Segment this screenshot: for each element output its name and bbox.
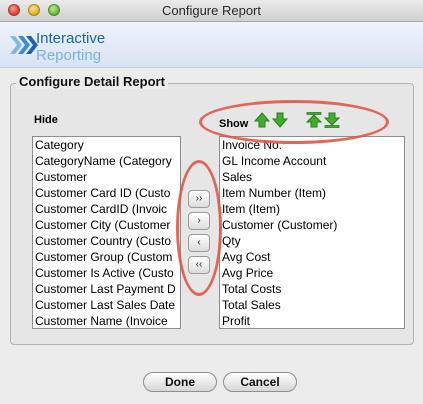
list-item[interactable]: Sales [220, 169, 404, 185]
list-item[interactable]: Customer Is Active (Custo [33, 265, 180, 281]
list-item[interactable]: Customer Group (Custom [33, 249, 180, 265]
highlight-oval-show [199, 100, 389, 144]
list-item[interactable]: Item Number (Item) [220, 185, 404, 201]
cancel-button[interactable]: Cancel [223, 372, 297, 392]
window-title: Configure Report [162, 3, 261, 18]
list-item[interactable]: Customer Last Payment D [33, 281, 180, 297]
list-item[interactable]: Category [33, 137, 180, 153]
logo-chevron-icon [10, 36, 38, 54]
list-item[interactable]: Total Sales [220, 297, 404, 313]
logo-text-reporting: Reporting [36, 47, 102, 64]
highlight-oval-move [176, 160, 222, 296]
show-listbox[interactable]: Invoice No. GL Income Account Sales Item… [219, 136, 405, 329]
done-button[interactable]: Done [143, 372, 217, 392]
logo-text-interactive: Interactive [36, 30, 106, 47]
section-title: Configure Detail Report [16, 74, 168, 89]
list-item[interactable]: Customer (Customer) [220, 217, 404, 233]
list-item[interactable]: CategoryName (Category [33, 153, 180, 169]
list-item[interactable]: Item (Item) [220, 201, 404, 217]
list-item[interactable]: Qty [220, 233, 404, 249]
brand-banner: Interactive Reporting [0, 22, 423, 68]
list-item[interactable]: Avg Cost [220, 249, 404, 265]
list-item[interactable]: Total Costs [220, 281, 404, 297]
list-item[interactable]: GL Income Account [220, 153, 404, 169]
list-item[interactable]: Customer [33, 169, 180, 185]
list-item[interactable]: Customer Last Sales Date [33, 297, 180, 313]
list-item[interactable]: Customer Card ID (Custo [33, 185, 180, 201]
hide-label: Hide [34, 114, 58, 126]
hide-listbox[interactable]: Category CategoryName (Category Customer… [32, 136, 181, 329]
list-item[interactable]: Profit [220, 313, 404, 328]
list-item[interactable]: Customer City (Customer [33, 217, 180, 233]
title-bar: Configure Report [0, 0, 423, 22]
list-item[interactable]: Customer CardID (Invoic [33, 201, 180, 217]
list-item[interactable]: Customer Name (Invoice [33, 313, 180, 328]
list-item[interactable]: Customer Country (Custo [33, 233, 180, 249]
list-item[interactable]: Avg Price [220, 265, 404, 281]
